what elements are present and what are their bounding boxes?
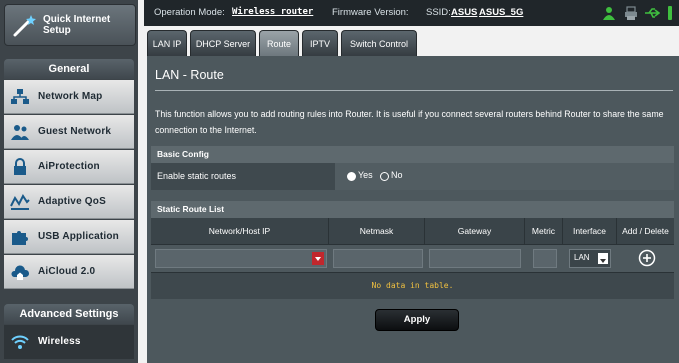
page-title: LAN - Route bbox=[155, 68, 224, 82]
cloud-house-icon bbox=[11, 265, 30, 280]
enable-static-routes-label: Enable static routes bbox=[157, 171, 237, 181]
advanced-settings-header: Advanced Settings bbox=[4, 304, 134, 324]
chevron-down-icon bbox=[600, 259, 606, 263]
tab-route[interactable]: Route bbox=[259, 30, 299, 56]
firmware-label: Firmware Version: bbox=[332, 7, 409, 18]
column-header-add-delete: Add / Delete bbox=[622, 226, 669, 236]
basic-config-header: Basic Config bbox=[151, 146, 674, 163]
op-mode-value[interactable]: Wireless router bbox=[232, 7, 313, 17]
general-section-header: General bbox=[4, 59, 134, 79]
interface-select[interactable]: LAN bbox=[569, 249, 611, 268]
sidebar-item-label: Network Map bbox=[38, 91, 103, 102]
enable-static-routes-row: Enable static routes bbox=[151, 163, 335, 190]
column-header-network-ip: Network/Host IP bbox=[151, 218, 329, 244]
tab-switch-control[interactable]: Switch Control bbox=[341, 30, 417, 56]
gateway-input[interactable] bbox=[429, 249, 521, 268]
quick-internet-setup-button[interactable]: Quick Internet Setup bbox=[4, 4, 136, 46]
main-panel: LAN - Route This function allows you to … bbox=[147, 56, 679, 363]
column-header-interface: Interface bbox=[563, 218, 617, 244]
interface-dropdown-button[interactable] bbox=[598, 253, 608, 264]
ssid-2g-link[interactable]: ASUS bbox=[451, 7, 477, 18]
network-ip-dropdown-button[interactable] bbox=[312, 252, 324, 265]
route-input-row: LAN bbox=[151, 244, 674, 273]
sidebar-item-label: USB Application bbox=[38, 231, 119, 242]
route-table-header: Network/Host IP Netmask Gateway Metric I… bbox=[151, 218, 674, 244]
sidebar-item-guest-network[interactable]: Guest Network bbox=[4, 115, 134, 149]
title-divider bbox=[155, 90, 673, 91]
ssid-5g-link[interactable]: ASUS_5G bbox=[479, 7, 523, 18]
ssid-label: SSID: bbox=[426, 7, 451, 18]
sidebar-item-usb-application[interactable]: USB Application bbox=[4, 220, 134, 254]
metric-input[interactable] bbox=[533, 249, 557, 268]
network-ip-input[interactable] bbox=[155, 249, 327, 268]
sidebar-item-label: AiProtection bbox=[38, 161, 100, 172]
sidebar-item-adaptive-qos[interactable]: Adaptive QoS bbox=[4, 185, 134, 219]
sidebar-item-aiprotection[interactable]: AiProtection bbox=[4, 150, 134, 184]
tab-iptv[interactable]: IPTV bbox=[302, 30, 338, 56]
sidebar-item-label: Wireless bbox=[38, 336, 81, 347]
radio-yes[interactable] bbox=[347, 172, 356, 181]
sidebar-item-aicloud[interactable]: AiCloud 2.0 bbox=[4, 255, 134, 289]
page-description: This function allows you to add routing … bbox=[155, 109, 664, 135]
sidebar-item-network-map[interactable]: Network Map bbox=[4, 80, 134, 114]
basic-config-title: Basic Config bbox=[157, 149, 209, 159]
static-route-list-header: Static Route List bbox=[151, 201, 674, 218]
sidebar-item-label: Adaptive QoS bbox=[38, 196, 106, 207]
link-status-icon[interactable] bbox=[664, 5, 676, 21]
puzzle-icon bbox=[12, 231, 28, 245]
add-route-icon[interactable] bbox=[638, 249, 656, 267]
quick-setup-label-line1: Quick Internet bbox=[43, 14, 111, 25]
qos-icon bbox=[10, 194, 30, 210]
quick-setup-label-line2: Setup bbox=[43, 25, 71, 36]
radio-no-label: No bbox=[391, 170, 403, 180]
tab-dhcp-server[interactable]: DHCP Server bbox=[190, 30, 256, 56]
tab-lan-ip[interactable]: LAN IP bbox=[147, 30, 187, 56]
wireless-icon bbox=[11, 335, 29, 349]
radio-yes-label: Yes bbox=[358, 170, 373, 180]
column-header-metric: Metric bbox=[525, 218, 563, 244]
netmask-input[interactable] bbox=[333, 249, 423, 268]
op-mode-label: Operation Mode: bbox=[154, 7, 225, 18]
network-map-icon bbox=[11, 89, 29, 104]
empty-table-message: No data in table. bbox=[151, 272, 674, 299]
sidebar-item-wireless[interactable]: Wireless bbox=[4, 325, 134, 359]
sidebar-item-label: AiCloud 2.0 bbox=[38, 266, 96, 277]
column-header-gateway: Gateway bbox=[425, 218, 525, 244]
usb-icon[interactable] bbox=[644, 6, 660, 20]
sidebar-item-label: Guest Network bbox=[38, 126, 112, 137]
sidebar: Quick Internet Setup General Network Map… bbox=[0, 0, 138, 363]
static-route-list-title: Static Route List bbox=[157, 204, 225, 214]
user-icon[interactable] bbox=[602, 6, 616, 20]
magic-wand-icon bbox=[13, 15, 36, 37]
enable-static-routes-options: Yes No bbox=[335, 163, 674, 190]
lock-icon bbox=[14, 158, 26, 175]
printer-icon[interactable] bbox=[624, 6, 638, 20]
apply-button[interactable]: Apply bbox=[375, 309, 459, 331]
chevron-down-icon bbox=[315, 257, 321, 261]
radio-no[interactable] bbox=[380, 172, 389, 181]
interface-select-value: LAN bbox=[574, 253, 590, 262]
column-header-netmask: Netmask bbox=[329, 218, 425, 244]
guest-network-icon bbox=[11, 125, 29, 140]
status-bar: Operation Mode: Wireless router Firmware… bbox=[144, 0, 679, 26]
